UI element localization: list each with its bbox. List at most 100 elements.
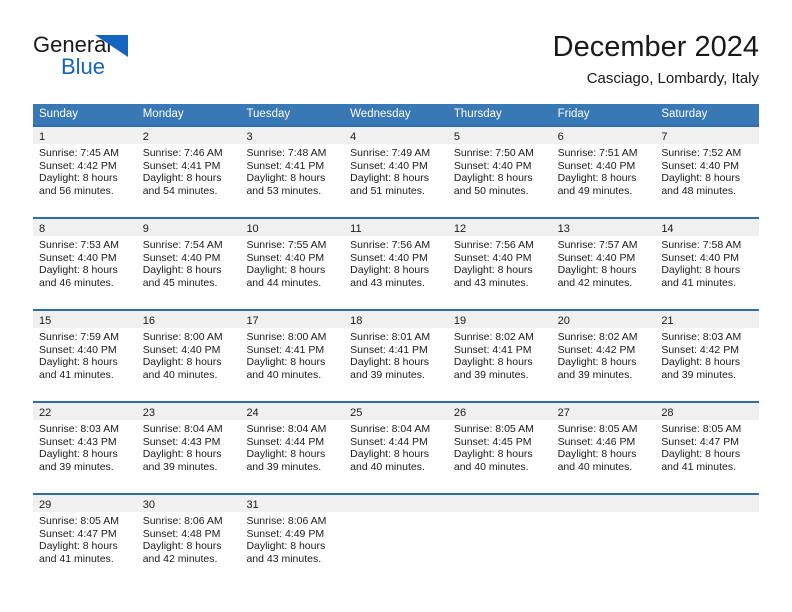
daylight-text-line2: and 40 minutes.: [557, 460, 633, 473]
week-row: 22 Sunrise: 8:03 AM Sunset: 4:43 PM Dayl…: [33, 401, 760, 493]
sunset-text: Sunset: 4:44 PM: [246, 435, 325, 448]
day-number-strip: 5: [447, 127, 552, 144]
day-cell[interactable]: 28 Sunrise: 8:05 AM Sunset: 4:47 PM Dayl…: [655, 403, 760, 493]
sunset-text: Sunset: 4:40 PM: [453, 159, 532, 172]
daylight-text-line1: Daylight: 8 hours: [453, 264, 533, 277]
day-info: Sunrise: 8:06 AM Sunset: 4:49 PM Dayligh…: [240, 512, 344, 565]
day-number: 16: [142, 315, 155, 327]
sunrise-text: Sunrise: 8:04 AM: [350, 423, 431, 435]
day-number-strip: 23: [136, 403, 241, 420]
day-cell[interactable]: 24 Sunrise: 8:04 AM Sunset: 4:44 PM Dayl…: [240, 403, 345, 493]
day-cell[interactable]: 12 Sunrise: 7:56 AM Sunset: 4:40 PM Dayl…: [447, 219, 552, 309]
daylight-text-line1: Daylight: 8 hours: [453, 172, 533, 185]
weekday-header-saturday: Saturday: [661, 108, 708, 120]
day-number-strip: 10: [240, 219, 345, 236]
sunrise-text: Sunrise: 7:51 AM: [557, 147, 638, 159]
day-cell[interactable]: 17 Sunrise: 8:00 AM Sunset: 4:41 PM Dayl…: [240, 311, 345, 401]
daylight-text-line2: and 40 minutes.: [246, 368, 322, 381]
daylight-text-line1: Daylight: 8 hours: [39, 264, 118, 277]
day-number: 25: [350, 407, 363, 419]
weekday-header-row: Sunday Monday Tuesday Wednesday Thursday…: [33, 104, 759, 125]
week-row: 8 Sunrise: 7:53 AM Sunset: 4:40 PM Dayli…: [33, 217, 760, 309]
sunset-text: Sunset: 4:41 PM: [142, 159, 221, 172]
day-cell[interactable]: 3 Sunrise: 7:48 AM Sunset: 4:41 PM Dayli…: [240, 127, 345, 217]
sunrise-text: Sunrise: 7:56 AM: [453, 239, 534, 251]
day-number-strip: 9: [136, 219, 241, 236]
day-number-strip: 7: [655, 127, 760, 144]
day-cell[interactable]: 6 Sunrise: 7:51 AM Sunset: 4:40 PM Dayli…: [551, 127, 656, 217]
day-number-strip: [655, 495, 760, 512]
day-info: Sunrise: 8:05 AM Sunset: 4:45 PM Dayligh…: [448, 420, 552, 473]
day-cell[interactable]: 10 Sunrise: 7:55 AM Sunset: 4:40 PM Dayl…: [240, 219, 345, 309]
sunrise-text: Sunrise: 7:54 AM: [142, 239, 223, 251]
day-cell-empty: [551, 495, 656, 585]
day-cell[interactable]: 22 Sunrise: 8:03 AM Sunset: 4:43 PM Dayl…: [33, 403, 137, 493]
general-blue-logo[interactable]: General Blue: [33, 32, 263, 88]
day-cell[interactable]: 27 Sunrise: 8:05 AM Sunset: 4:46 PM Dayl…: [551, 403, 656, 493]
day-number-strip: 22: [33, 403, 137, 420]
daylight-text-line2: and 39 minutes.: [39, 460, 114, 473]
day-cell[interactable]: 19 Sunrise: 8:02 AM Sunset: 4:41 PM Dayl…: [447, 311, 552, 401]
day-cell[interactable]: 29 Sunrise: 8:05 AM Sunset: 4:47 PM Dayl…: [33, 495, 137, 585]
day-cell[interactable]: 20 Sunrise: 8:02 AM Sunset: 4:42 PM Dayl…: [551, 311, 656, 401]
sunset-text: Sunset: 4:45 PM: [453, 435, 532, 448]
day-cell[interactable]: 30 Sunrise: 8:06 AM Sunset: 4:48 PM Dayl…: [136, 495, 241, 585]
day-cell[interactable]: 7 Sunrise: 7:52 AM Sunset: 4:40 PM Dayli…: [655, 127, 760, 217]
weekday-header-tuesday: Tuesday: [246, 108, 291, 120]
sunset-text: Sunset: 4:40 PM: [142, 343, 221, 356]
day-number: 23: [142, 407, 155, 419]
day-number: 22: [39, 407, 52, 419]
day-cell[interactable]: 8 Sunrise: 7:53 AM Sunset: 4:40 PM Dayli…: [33, 219, 137, 309]
day-number-strip: 11: [344, 219, 448, 236]
sunset-text: Sunset: 4:46 PM: [557, 435, 636, 448]
day-cell[interactable]: 26 Sunrise: 8:05 AM Sunset: 4:45 PM Dayl…: [447, 403, 552, 493]
daylight-text-line2: and 43 minutes.: [246, 552, 322, 565]
day-cell[interactable]: 15 Sunrise: 7:59 AM Sunset: 4:40 PM Dayl…: [33, 311, 137, 401]
day-cell[interactable]: 13 Sunrise: 7:57 AM Sunset: 4:40 PM Dayl…: [551, 219, 656, 309]
week-row: 15 Sunrise: 7:59 AM Sunset: 4:40 PM Dayl…: [33, 309, 760, 401]
daylight-text-line2: and 51 minutes.: [350, 184, 425, 197]
day-info: Sunrise: 7:51 AM Sunset: 4:40 PM Dayligh…: [552, 144, 656, 197]
daylight-text-line2: and 43 minutes.: [453, 276, 529, 289]
day-info: Sunrise: 7:48 AM Sunset: 4:41 PM Dayligh…: [240, 144, 344, 197]
day-cell[interactable]: 18 Sunrise: 8:01 AM Sunset: 4:41 PM Dayl…: [344, 311, 448, 401]
sunrise-text: Sunrise: 8:04 AM: [246, 423, 327, 435]
sunset-text: Sunset: 4:40 PM: [142, 251, 221, 264]
day-cell[interactable]: 5 Sunrise: 7:50 AM Sunset: 4:40 PM Dayli…: [447, 127, 552, 217]
day-number: 12: [453, 223, 467, 235]
day-number-strip: 19: [447, 311, 552, 328]
day-number: 14: [661, 223, 674, 235]
day-cell[interactable]: 9 Sunrise: 7:54 AM Sunset: 4:40 PM Dayli…: [136, 219, 241, 309]
day-cell[interactable]: 1 Sunrise: 7:45 AM Sunset: 4:42 PM Dayli…: [33, 127, 137, 217]
sunrise-text: Sunrise: 8:06 AM: [142, 515, 223, 527]
day-cell[interactable]: 23 Sunrise: 8:04 AM Sunset: 4:43 PM Dayl…: [136, 403, 241, 493]
day-info: Sunrise: 8:04 AM Sunset: 4:43 PM Dayligh…: [137, 420, 241, 473]
daylight-text-line1: Daylight: 8 hours: [142, 448, 222, 461]
day-cell[interactable]: 25 Sunrise: 8:04 AM Sunset: 4:44 PM Dayl…: [344, 403, 448, 493]
day-cell[interactable]: 31 Sunrise: 8:06 AM Sunset: 4:49 PM Dayl…: [240, 495, 345, 585]
sunrise-text: Sunrise: 7:53 AM: [39, 239, 119, 251]
daylight-text-line2: and 41 minutes.: [661, 276, 737, 289]
day-cell[interactable]: 2 Sunrise: 7:46 AM Sunset: 4:41 PM Dayli…: [136, 127, 241, 217]
day-cell[interactable]: 21 Sunrise: 8:03 AM Sunset: 4:42 PM Dayl…: [655, 311, 760, 401]
day-cell[interactable]: 14 Sunrise: 7:58 AM Sunset: 4:40 PM Dayl…: [655, 219, 760, 309]
sunrise-text: Sunrise: 8:06 AM: [246, 515, 327, 527]
sunrise-text: Sunrise: 8:03 AM: [661, 331, 742, 343]
title-block: December 2024 Casciago, Lombardy, Italy: [553, 30, 759, 89]
page-title: December 2024: [552, 31, 759, 63]
day-number-strip: 21: [655, 311, 760, 328]
sunrise-text: Sunrise: 8:04 AM: [142, 423, 223, 435]
day-number: 5: [453, 131, 460, 143]
day-number-strip: 30: [136, 495, 241, 512]
daylight-text-line1: Daylight: 8 hours: [350, 356, 429, 369]
daylight-text-line1: Daylight: 8 hours: [39, 172, 118, 185]
day-cell[interactable]: 4 Sunrise: 7:49 AM Sunset: 4:40 PM Dayli…: [344, 127, 448, 217]
day-number: 10: [246, 223, 259, 235]
day-number: 24: [246, 407, 259, 419]
day-number: 13: [557, 223, 570, 235]
day-cell[interactable]: 16 Sunrise: 8:00 AM Sunset: 4:40 PM Dayl…: [136, 311, 241, 401]
day-info: Sunrise: 7:57 AM Sunset: 4:40 PM Dayligh…: [552, 236, 656, 289]
daylight-text-line1: Daylight: 8 hours: [246, 356, 326, 369]
day-cell[interactable]: 11 Sunrise: 7:56 AM Sunset: 4:40 PM Dayl…: [344, 219, 448, 309]
sunset-text: Sunset: 4:40 PM: [453, 251, 532, 264]
